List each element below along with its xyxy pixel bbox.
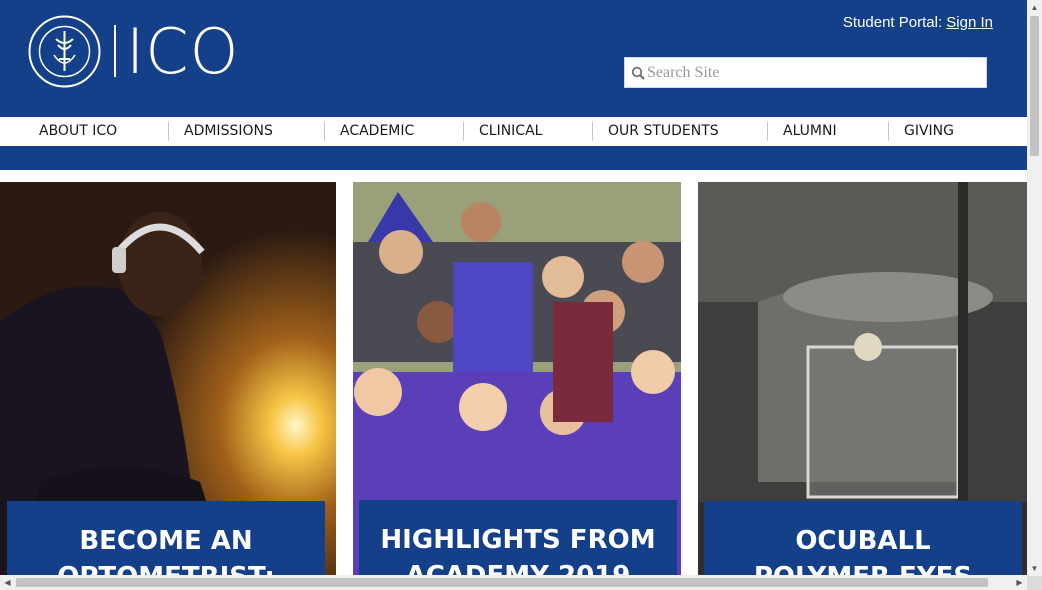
horizontal-scrollbar[interactable]: ◀ ▶ (0, 575, 1027, 590)
sign-in-link[interactable]: Sign In (946, 14, 993, 31)
scroll-up-icon[interactable]: ▲ (1027, 0, 1042, 15)
logo-divider (114, 25, 116, 77)
scrollbar-corner (1027, 576, 1042, 590)
blue-divider-band (0, 146, 1027, 170)
scroll-right-icon[interactable]: ▶ (1012, 575, 1027, 590)
magnifier-icon (631, 66, 645, 80)
card-become-optometrist[interactable]: BECOME AN OPTOMETRIST: (0, 182, 336, 575)
card-academy-highlights[interactable]: HIGHLIGHTS FROM ACADEMY 2019 (353, 182, 681, 575)
card-caption[interactable]: HIGHLIGHTS FROM ACADEMY 2019 (359, 500, 677, 575)
caption-line-1: OCUBALL (795, 526, 931, 556)
ico-wordmark[interactable]: ICO (126, 14, 239, 90)
scroll-down-icon[interactable]: ▼ (1027, 561, 1042, 576)
nav-giving[interactable]: GIVING (888, 122, 998, 141)
nav-our-students[interactable]: OUR STUDENTS (592, 122, 767, 141)
vertical-scrollbar[interactable]: ▲ ▼ (1027, 0, 1042, 576)
student-portal: Student Portal: Sign In (843, 14, 993, 31)
site-header: ICO Student Portal: Sign In (0, 0, 1027, 117)
scroll-left-icon[interactable]: ◀ (0, 575, 15, 590)
nav-alumni[interactable]: ALUMNI (767, 122, 888, 141)
caption-line-2: ACADEMY 2019 (359, 558, 677, 575)
card-caption[interactable]: OCUBALL POLYMER EYES (704, 501, 1022, 575)
vertical-scroll-thumb[interactable] (1030, 16, 1039, 156)
nav-admissions[interactable]: ADMISSIONS (168, 122, 324, 141)
caption-line-2: POLYMER EYES (704, 559, 1022, 575)
main-nav: ABOUT ICO ADMISSIONS ACADEMIC CLINICAL O… (0, 117, 1027, 146)
nav-clinical[interactable]: CLINICAL (463, 122, 592, 141)
portal-label: Student Portal: (842, 14, 943, 31)
card-caption[interactable]: BECOME AN OPTOMETRIST: (7, 501, 325, 575)
horizontal-scroll-thumb[interactable] (16, 578, 988, 587)
nav-about-ico[interactable]: ABOUT ICO (0, 122, 168, 141)
ico-seal-logo[interactable] (28, 15, 101, 88)
card-ocuball[interactable]: OCUBALL POLYMER EYES (698, 182, 1027, 575)
caption-line-1: BECOME AN (79, 526, 253, 556)
search-box[interactable] (624, 57, 987, 88)
nav-academic[interactable]: ACADEMIC (324, 122, 463, 141)
caption-line-1: HIGHLIGHTS FROM (380, 525, 656, 555)
caption-line-2: OPTOMETRIST: (7, 559, 325, 575)
search-input[interactable] (647, 61, 982, 85)
